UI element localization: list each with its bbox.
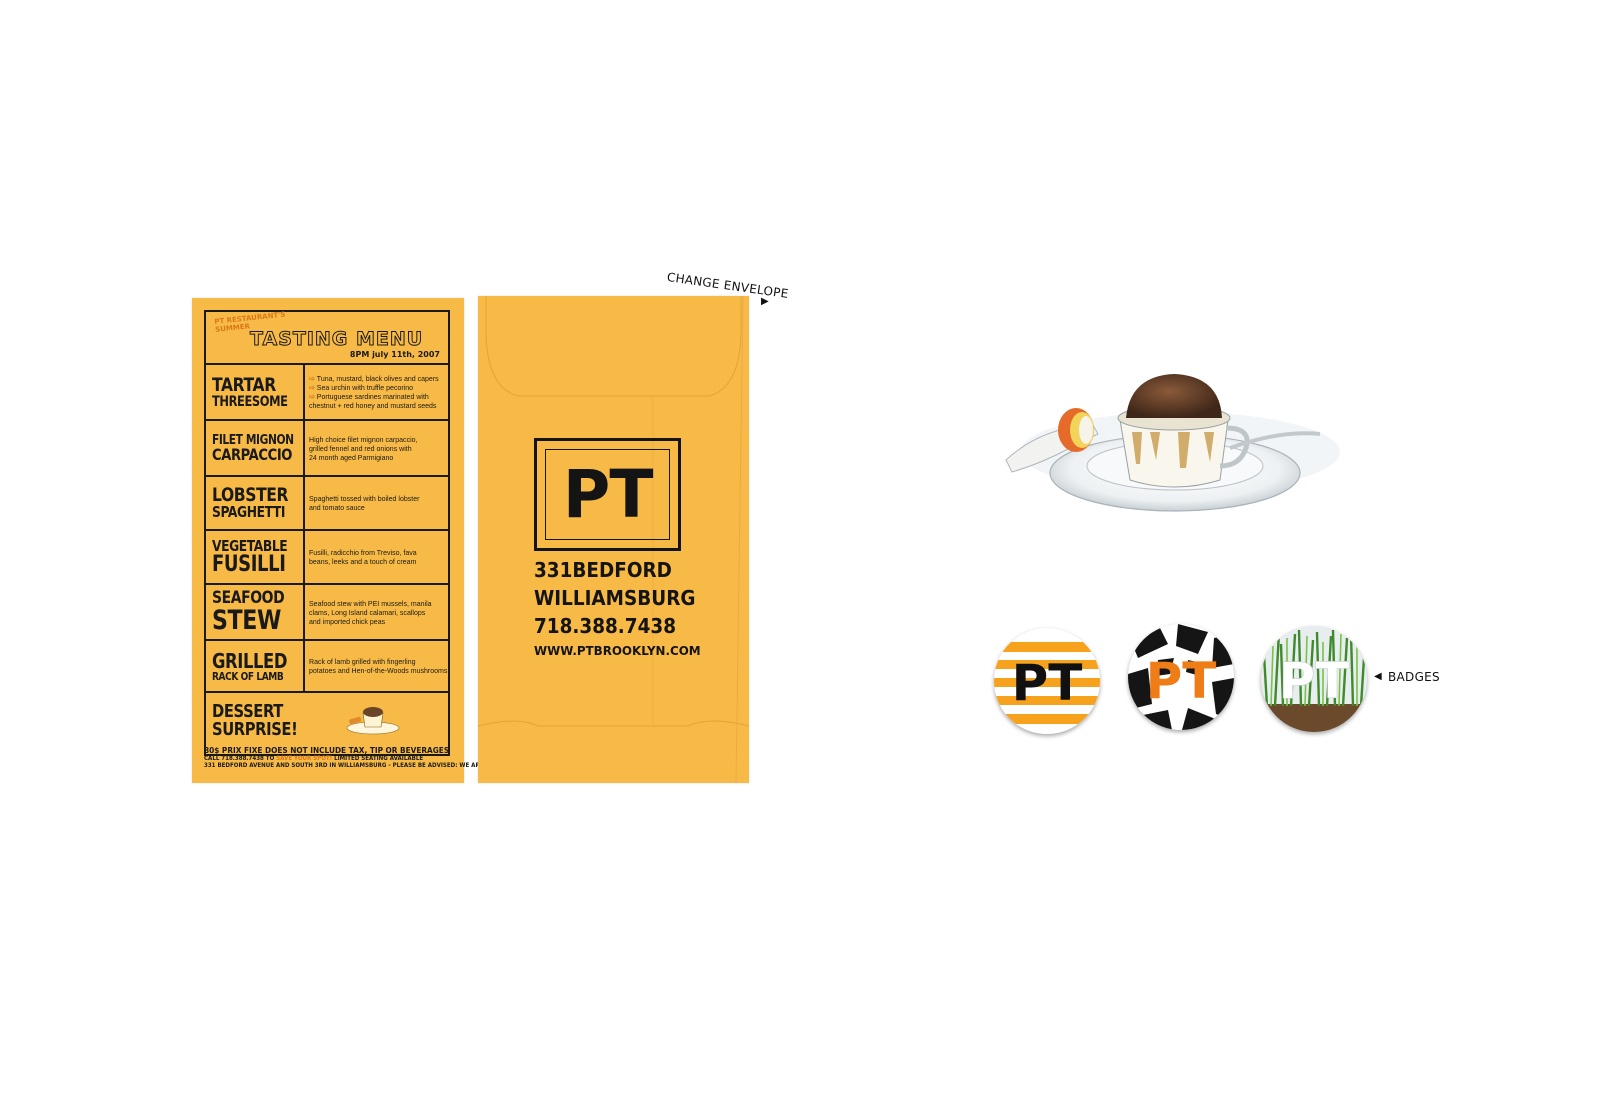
menu-row-carpaccio: FILET MIGNON CARPACCIO High choice filet… bbox=[206, 421, 448, 477]
envelope-street: 331BEDFORD bbox=[534, 558, 672, 582]
dish-name: VEGETABLE FUSILLI bbox=[206, 531, 305, 583]
address-note: 331 BEDFORD AVENUE AND SOUTH 3RD IN WILL… bbox=[204, 762, 521, 769]
tasting-menu-card: PT RESTAURANT'S SUMMER TASTING MENU 8PM … bbox=[192, 298, 521, 783]
pt-logo: PT bbox=[534, 438, 681, 551]
description-line: beans, leeks and a touch of cream bbox=[309, 557, 417, 566]
badge-grass: PT bbox=[1261, 626, 1367, 732]
dish-name-line: SURPRISE! bbox=[212, 718, 298, 740]
menu-row-seafood-stew: SEAFOOD STEW Seafood stew with PEI musse… bbox=[206, 585, 448, 641]
badge-orange-stripes: PT bbox=[994, 628, 1100, 734]
dessert-illustration bbox=[305, 693, 448, 748]
description-line: Rack of lamb grilled with fingerling bbox=[309, 657, 416, 666]
dish-description: High choice filet mignon carpaccio, gril… bbox=[305, 421, 448, 475]
menu-row-lamb: GRILLED RACK OF LAMB Rack of lamb grille… bbox=[206, 641, 448, 693]
dish-name-line: TARTAR bbox=[212, 373, 276, 396]
dish-name: TARTAR THREESOME bbox=[206, 365, 305, 419]
dish-description: Rack of lamb grilled with fingerling pot… bbox=[305, 641, 459, 691]
menu-frame: PT RESTAURANT'S SUMMER TASTING MENU 8PM … bbox=[204, 310, 450, 756]
reservation-text: CALL 718.388.7438 TO bbox=[204, 755, 277, 762]
dish-description: Seafood stew with PEI mussels, manila cl… bbox=[305, 585, 448, 639]
dish-name: FILET MIGNON CARPACCIO bbox=[206, 421, 305, 475]
pt-logo-text: PT bbox=[562, 456, 654, 533]
description-line: 24 month aged Parmigiano bbox=[309, 452, 394, 462]
caption-arrow-icon: ▶ bbox=[761, 296, 769, 307]
teacup-dessert-illustration bbox=[1005, 374, 1340, 512]
description-line: and imported chick peas bbox=[309, 616, 386, 626]
description-line: ⇨ Portuguese sardines marinated with bbox=[309, 392, 429, 401]
teacup-icon bbox=[346, 707, 400, 735]
dish-description: Spaghetti tossed with boiled lobster and… bbox=[305, 477, 448, 529]
badge-text: PT bbox=[1012, 654, 1083, 712]
caption-arrow-icon: ◀ bbox=[1374, 671, 1382, 682]
description-line: Fusilli, radicchio from Treviso, fava bbox=[309, 548, 417, 557]
reservation-note: CALL 718.388.7438 TO SAVE YOUR SPOT! LIM… bbox=[204, 755, 430, 762]
menu-row-dessert: DESSERT SURPRISE! bbox=[206, 693, 448, 748]
dish-name-line: CARPACCIO bbox=[212, 444, 293, 464]
pt-badge-icon: PT bbox=[994, 628, 1100, 734]
menu-date: 8PM july 11th, 2007 bbox=[349, 350, 440, 359]
menu-footer: 80$ PRIX FIXE DOES NOT INCLUDE TAX, TIP … bbox=[204, 746, 521, 769]
badge-text: PT bbox=[1279, 652, 1350, 710]
badges-caption: BADGES bbox=[1388, 670, 1440, 684]
reservation-highlight: SAVE YOUR SPOT! bbox=[276, 755, 333, 762]
pt-badge-icon: PT bbox=[1128, 624, 1234, 730]
dish-name: SEAFOOD STEW bbox=[206, 585, 305, 639]
dish-description: ⇨ Tuna, mustard, black olives and capers … bbox=[305, 365, 450, 419]
dish-name-line: STEW bbox=[212, 605, 281, 636]
pt-badge-icon: PT bbox=[1261, 626, 1367, 732]
menu-row-tartar: TARTAR THREESOME ⇨ Tuna, mustard, black o… bbox=[206, 365, 448, 421]
dish-name: LOBSTER SPAGHETTI bbox=[206, 477, 305, 529]
dish-name-line: THREESOME bbox=[212, 393, 288, 410]
menu-row-fusilli: VEGETABLE FUSILLI Fusilli, radicchio fro… bbox=[206, 531, 448, 585]
description-line: grilled fennel and red onions with bbox=[309, 443, 412, 453]
envelope-website: WWW.PTBROOKLYN.COM bbox=[534, 643, 701, 658]
price-note: 80$ PRIX FIXE DOES NOT INCLUDE TAX, TIP … bbox=[204, 746, 450, 755]
dish-name: GRILLED RACK OF LAMB bbox=[206, 641, 305, 691]
change-envelope: PT 331BEDFORD WILLIAMSBURG 718.388.7438 … bbox=[478, 296, 749, 783]
badge-text: PT bbox=[1146, 652, 1217, 710]
dish-name: DESSERT SURPRISE! bbox=[206, 693, 305, 748]
dish-name-line: GRILLED bbox=[212, 648, 288, 673]
dish-name-line: FUSILLI bbox=[212, 551, 286, 577]
description-line: Spaghetti tossed with boiled lobster bbox=[309, 494, 420, 503]
description-line: chestnut + red honey and mustard seeds bbox=[309, 401, 437, 410]
envelope-city: WILLIAMSBURG bbox=[534, 586, 696, 610]
description-line: potatoes and Hen-of-the-Woods mushrooms bbox=[309, 666, 448, 675]
dish-name-line: SPAGHETTI bbox=[212, 503, 286, 521]
description-line: and tomato sauce bbox=[309, 503, 365, 512]
dish-name-line: RACK OF LAMB bbox=[212, 669, 284, 683]
envelope-phone: 718.388.7438 bbox=[534, 614, 677, 638]
pt-logo-inner-frame: PT bbox=[545, 449, 670, 540]
menu-title: TASTING MENU bbox=[249, 328, 424, 351]
menu-row-lobster: LOBSTER SPAGHETTI Spaghetti tossed with … bbox=[206, 477, 448, 531]
description-line: High choice filet mignon carpaccio, bbox=[309, 434, 418, 444]
menu-header: PT RESTAURANT'S SUMMER TASTING MENU 8PM … bbox=[206, 311, 448, 365]
description-line: ⇨ Sea urchin with truffle pecorino bbox=[309, 383, 414, 392]
badge-black-white-pattern: PT bbox=[1128, 624, 1234, 730]
description-line: Seafood stew with PEI mussels, manila bbox=[309, 598, 432, 608]
description-line: ⇨ Tuna, mustard, black olives and capers bbox=[309, 374, 439, 383]
reservation-text: LIMITED SEATING AVAILABLE bbox=[332, 755, 424, 762]
description-line: clams, Long Island calamari, scallops bbox=[309, 607, 426, 617]
dish-description: Fusilli, radicchio from Treviso, fava be… bbox=[305, 531, 448, 583]
